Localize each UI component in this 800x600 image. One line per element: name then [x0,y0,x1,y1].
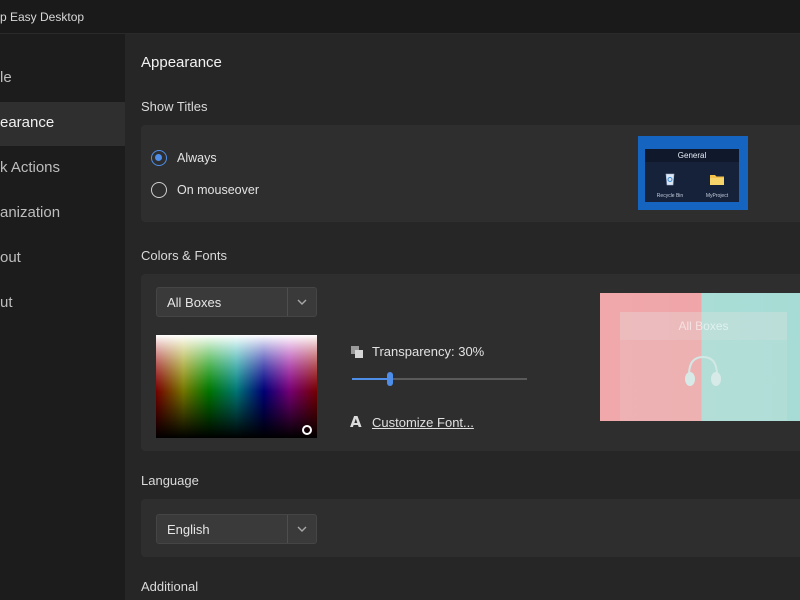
sidebar-item-label: k Actions [0,159,61,176]
icon-caption: Recycle Bin [656,193,684,199]
language-panel: English [141,499,800,557]
titles-preview: General Recycle Bin MyProject [638,136,748,210]
dropdown-divider [287,288,288,316]
language-value: English [167,522,210,537]
sidebar-item-organization[interactable]: anization [0,192,125,236]
transparency-icon [351,345,363,358]
sidebar-item-label: earance [0,114,55,131]
preview-box-body [620,340,787,421]
show-titles-heading: Show Titles [141,99,208,114]
customize-font-link[interactable]: Customize Font... [372,415,474,430]
myproject-item: MyProject [702,172,732,199]
customize-font-row: A Customize Font... [350,413,474,431]
chevron-down-icon[interactable] [294,291,310,313]
sidebar-item-layout[interactable]: out [0,237,125,281]
sidebar-item-label: anization [0,204,61,221]
sidebar-item-profile[interactable]: le [0,57,125,101]
folder-icon [710,175,724,185]
colors-preview: All Boxes [600,293,800,421]
radio-label: On mouseover [177,183,259,197]
box-select-dropdown[interactable]: All Boxes [156,287,317,317]
colors-fonts-heading: Colors & Fonts [141,248,227,263]
title-bar: p Easy Desktop [0,0,800,34]
additional-heading: Additional [141,579,199,594]
icon-caption: MyProject [705,193,729,199]
language-dropdown[interactable]: English [156,514,317,544]
radio-button[interactable] [151,182,167,198]
slider-thumb[interactable] [387,372,393,386]
box-select-value: All Boxes [167,295,222,310]
font-icon: A [350,413,362,431]
window-title: p Easy Desktop [0,10,85,24]
slider-fill [352,378,390,380]
language-heading: Language [141,473,199,488]
dropdown-divider [287,515,288,543]
color-picker[interactable] [156,335,317,438]
sidebar-item-label: le [0,69,12,86]
radio-on-mouseover[interactable]: On mouseover [151,180,259,200]
colors-fonts-panel: All Boxes Transparency: 30% A Customize … [141,274,800,451]
preview-box-title: All Boxes [620,312,787,340]
show-titles-panel: Always On mouseover General Recycle Bin [141,125,800,222]
sidebar: le earance k Actions anization out ut [0,34,125,600]
color-picker-handle[interactable] [302,425,312,435]
transparency-slider[interactable] [352,372,527,386]
sidebar-item-quick-actions[interactable]: k Actions [0,147,125,191]
preview-box-title: General [645,149,739,162]
settings-content: Appearance Show Titles Always On mouseov… [125,34,800,600]
chevron-down-icon[interactable] [294,518,310,540]
radio-always[interactable]: Always [151,148,217,168]
sidebar-item-about[interactable]: ut [0,282,125,326]
sidebar-item-label: ut [0,294,13,311]
transparency-row: Transparency: 30% [350,344,484,359]
recycle-bin-item: Recycle Bin [655,172,685,199]
preview-box: General Recycle Bin MyProject [645,149,739,202]
sidebar-item-label: out [0,249,21,266]
sidebar-item-appearance[interactable]: earance [0,102,125,146]
radio-label: Always [177,151,217,165]
transparency-label: Transparency: 30% [372,344,485,359]
radio-button-checked[interactable] [151,150,167,166]
page-title: Appearance [141,54,222,71]
recycle-bin-icon [665,173,675,186]
